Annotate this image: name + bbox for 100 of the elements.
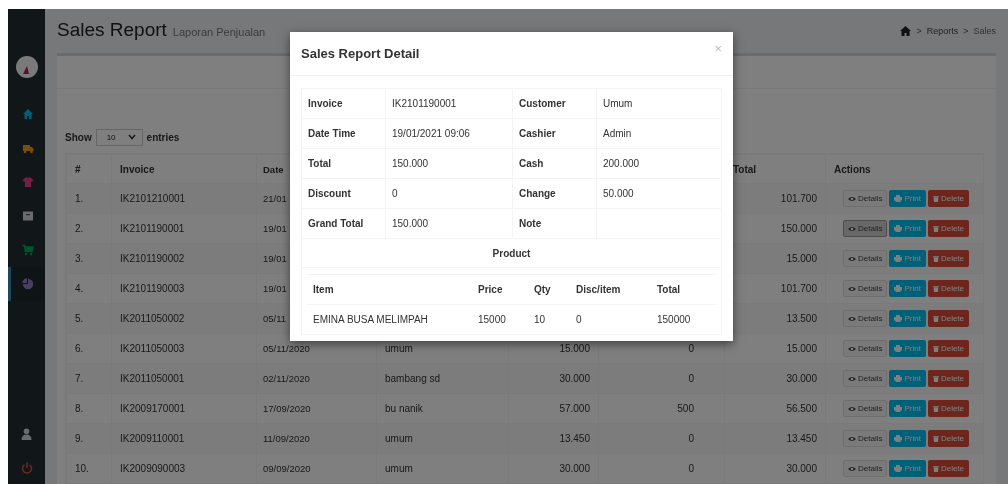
table-cell: 7. (66, 364, 111, 393)
trash-icon (932, 435, 939, 442)
details-button[interactable]: Details (843, 400, 888, 417)
field-label: Total (302, 149, 386, 178)
eye-icon (848, 405, 856, 412)
truck-icon (22, 142, 34, 154)
chevron-down-icon (127, 134, 136, 140)
close-button[interactable]: × (714, 41, 722, 56)
printer-icon (894, 405, 903, 412)
details-button[interactable]: Details (843, 190, 888, 207)
print-button[interactable]: Print (889, 190, 926, 207)
eye-icon (848, 255, 856, 262)
field-value: 19/01/2021 09:06 (392, 128, 470, 139)
details-button[interactable]: Details (843, 280, 888, 297)
table-cell: 15.000 (559, 343, 590, 354)
eye-icon (848, 225, 856, 232)
field-value: 150.000 (392, 218, 429, 229)
print-button[interactable]: Print (889, 400, 926, 417)
field-label: Cashier (513, 119, 597, 148)
printer-icon (894, 255, 903, 262)
shirt-icon (22, 176, 34, 188)
table-cell: IK2009110001 (111, 424, 256, 453)
printer-icon (894, 315, 903, 322)
printer-icon (894, 435, 903, 442)
trash-icon (932, 405, 939, 412)
eye-icon (848, 435, 856, 442)
column-header: Disc/item (575, 284, 622, 295)
details-button[interactable]: Details (843, 460, 888, 477)
delete-button[interactable]: Delete (927, 430, 970, 447)
table-cell: 13.450 (724, 424, 825, 453)
printer-icon (894, 195, 903, 202)
column-header: Qty (533, 284, 552, 295)
delete-button[interactable]: Delete (927, 460, 970, 477)
delete-button[interactable]: Delete (927, 340, 970, 357)
print-button[interactable]: Print (889, 250, 926, 267)
table-cell-text: 15000 (477, 314, 507, 325)
table-cell: 0 (688, 433, 694, 444)
show-label: Show (65, 131, 92, 143)
table-cell: IK2101210001 (111, 184, 256, 213)
details-button[interactable]: Details (843, 250, 888, 267)
details-button[interactable]: Details (843, 340, 888, 357)
details-button[interactable]: Details (843, 220, 888, 237)
delete-button[interactable]: Delete (927, 280, 970, 297)
table-cell: 30.000 (724, 364, 825, 393)
print-button[interactable]: Print (889, 310, 926, 327)
printer-icon (894, 285, 903, 292)
print-button[interactable]: Print (889, 340, 926, 357)
field-value: Admin (603, 128, 632, 139)
home-icon[interactable] (900, 26, 912, 36)
trash-icon (932, 195, 939, 202)
modal-title: Sales Report Detail (301, 46, 420, 61)
trash-icon (932, 255, 939, 262)
eye-icon (848, 465, 856, 472)
entries-select[interactable]: 10 (95, 128, 143, 146)
field-label: Cash (513, 149, 597, 178)
details-button[interactable]: Details (843, 370, 888, 387)
table-cell: 02/11/2020 (256, 364, 376, 393)
print-button[interactable]: Print (889, 370, 926, 387)
print-button[interactable]: Print (889, 430, 926, 447)
table-cell: IK2011050001 (111, 364, 256, 393)
table-cell: 09/09/2020 (256, 454, 376, 483)
breadcrumb-separator: > (916, 26, 922, 36)
breadcrumb-separator: > (963, 26, 969, 36)
details-button[interactable]: Details (843, 430, 888, 447)
print-button[interactable]: Print (889, 280, 926, 297)
field-value: 0 (392, 188, 398, 199)
print-button[interactable]: Print (889, 220, 926, 237)
delete-button[interactable]: Delete (927, 220, 970, 237)
table-cell-text: 150000 (656, 314, 692, 325)
user-icon[interactable] (21, 428, 32, 440)
field-label: Note (513, 209, 597, 238)
field-label: Grand Total (302, 209, 386, 238)
delete-button[interactable]: Delete (927, 310, 970, 327)
delete-button[interactable]: Delete (927, 250, 970, 267)
eye-icon (848, 345, 856, 352)
table-cell: 0 (688, 463, 694, 474)
table-cell: 0 (688, 343, 694, 354)
field-label: Date Time (302, 119, 386, 148)
cart-icon (22, 244, 34, 256)
field-label: Customer (513, 89, 597, 118)
table-cell: umum (385, 343, 413, 354)
field-label: Discount (302, 179, 386, 208)
breadcrumb-link[interactable]: Reports (926, 26, 959, 36)
section-heading: Product (492, 247, 531, 259)
delete-button[interactable]: Delete (927, 190, 970, 207)
eye-icon (848, 375, 856, 382)
table-cell: 30.000 (724, 454, 825, 483)
delete-button[interactable]: Delete (927, 400, 970, 417)
details-button[interactable]: Details (843, 310, 888, 327)
table-cell: 500 (677, 403, 694, 414)
home-icon (22, 108, 34, 120)
field-label: Change (513, 179, 597, 208)
table-cell: 30.000 (559, 373, 590, 384)
delete-button[interactable]: Delete (927, 370, 970, 387)
table-cell: 10. (66, 454, 111, 483)
table-cell: 11/09/2020 (256, 424, 376, 453)
column-header: Total (656, 284, 682, 295)
trash-icon (932, 285, 939, 292)
print-button[interactable]: Print (889, 460, 926, 477)
power-icon[interactable] (20, 462, 33, 474)
